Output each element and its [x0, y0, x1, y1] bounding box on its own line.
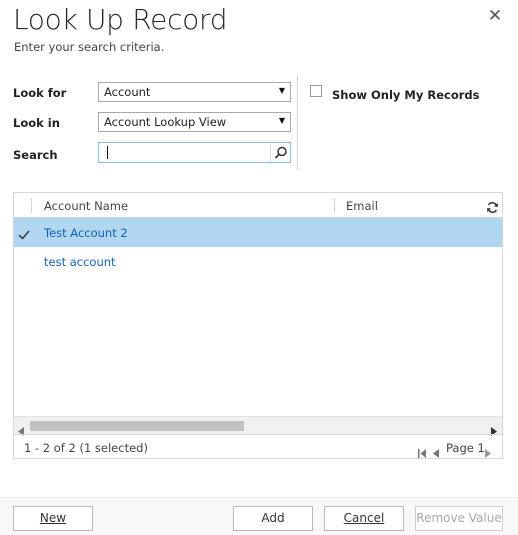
- column-header-account-name[interactable]: Account Name: [44, 199, 128, 213]
- cancel-button-label: Cancel: [343, 511, 385, 525]
- search-label: Search: [13, 148, 58, 162]
- new-button-label: New: [39, 511, 67, 525]
- column-separator: [334, 198, 335, 213]
- show-only-my-records-label: Show Only My Records: [332, 88, 480, 102]
- dialog-title: Look Up Record: [13, 3, 228, 36]
- account-name-link[interactable]: test account: [44, 255, 116, 269]
- next-page-icon[interactable]: [485, 443, 492, 462]
- new-button[interactable]: New: [13, 506, 93, 531]
- add-button[interactable]: Add: [233, 506, 313, 531]
- look-for-value: Account: [104, 85, 151, 99]
- look-in-select[interactable]: Account Lookup View ▼: [98, 112, 291, 132]
- look-in-label: Look in: [13, 116, 60, 130]
- add-button-label: Add: [261, 511, 285, 525]
- column-separator: [31, 198, 32, 213]
- form-divider: [297, 76, 298, 170]
- look-in-value: Account Lookup View: [104, 115, 227, 129]
- first-page-icon[interactable]: [418, 443, 427, 462]
- text-cursor: [107, 146, 108, 159]
- search-icon[interactable]: [270, 144, 289, 162]
- horizontal-scrollbar[interactable]: [14, 416, 502, 436]
- table-row[interactable]: Test Account 2: [14, 218, 502, 247]
- dropdown-arrow-icon: ▼: [278, 116, 285, 125]
- table-row[interactable]: test account: [14, 247, 502, 276]
- checkmark-icon: [18, 226, 30, 240]
- remove-value-button[interactable]: Remove Value: [415, 506, 503, 531]
- look-for-label: Look for: [13, 86, 67, 100]
- scrollbar-thumb[interactable]: [30, 421, 244, 431]
- record-count-status: 1 - 2 of 2 (1 selected): [24, 441, 148, 455]
- refresh-icon[interactable]: [486, 199, 499, 213]
- search-input[interactable]: [98, 142, 291, 163]
- cancel-button[interactable]: Cancel: [324, 506, 404, 531]
- column-header-email[interactable]: Email: [346, 199, 378, 213]
- dropdown-arrow-icon: ▼: [278, 86, 285, 95]
- remove-value-button-label: Remove Value: [416, 511, 502, 525]
- results-grid: Account Name Email Test Account 2 test a…: [13, 192, 503, 459]
- show-only-my-records-checkbox[interactable]: [310, 85, 322, 97]
- page-label: Page 1: [446, 441, 485, 455]
- look-for-select[interactable]: Account ▼: [98, 82, 291, 102]
- previous-page-icon[interactable]: [433, 443, 440, 462]
- account-name-link[interactable]: Test Account 2: [44, 226, 128, 240]
- grid-header: Account Name Email: [14, 193, 502, 218]
- dialog-subtitle: Enter your search criteria.: [14, 40, 165, 54]
- grid-footer: 1 - 2 of 2 (1 selected) Page 1: [14, 434, 502, 458]
- close-icon[interactable]: ✕: [487, 8, 503, 25]
